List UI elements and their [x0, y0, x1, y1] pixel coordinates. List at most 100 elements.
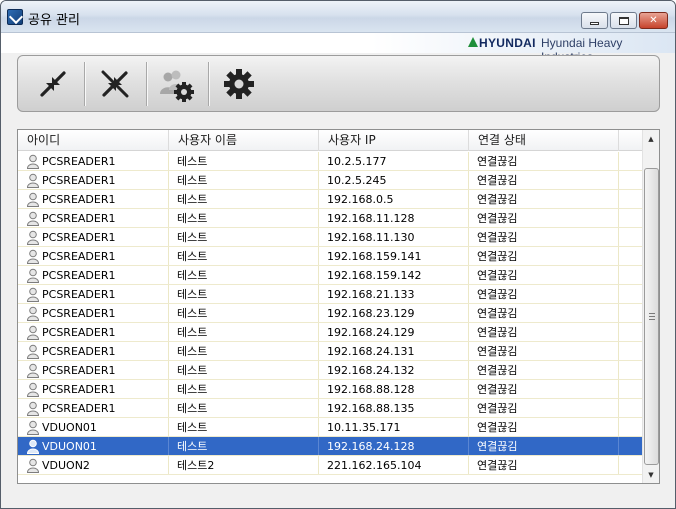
toolbar-separator — [146, 62, 147, 106]
table-row[interactable]: VDUON01 테스트 192.168.24.128 연결끊김 — [18, 437, 642, 456]
cell-user-id: PCSREADER1 — [18, 266, 169, 285]
maximize-button[interactable] — [610, 12, 637, 29]
table-row[interactable]: PCSREADER1 테스트 192.168.88.128 연결끊김 — [18, 380, 642, 399]
grip-line — [649, 316, 655, 317]
title-bar[interactable]: 공유 관리 ✕ — [1, 1, 675, 33]
disconnect-button[interactable] — [86, 60, 144, 108]
cell-user-name: 테스트 — [169, 285, 319, 304]
cell-user-ip: 192.168.21.133 — [319, 285, 469, 304]
cell-user-id: PCSREADER1 — [18, 209, 169, 228]
cell-connection-status: 연결끊김 — [469, 380, 619, 399]
cell-user-name: 테스트2 — [169, 456, 319, 475]
table-row[interactable]: PCSREADER1 테스트 192.168.24.129 연결끊김 — [18, 323, 642, 342]
table-row[interactable]: PCSREADER1 테스트 192.168.159.141 연결끊김 — [18, 247, 642, 266]
column-header-user-ip[interactable]: 사용자 IP — [319, 130, 469, 151]
settings-button[interactable] — [210, 60, 268, 108]
table-row[interactable]: PCSREADER1 테스트 10.2.5.177 연결끊김 — [18, 152, 642, 171]
collapse-button[interactable] — [24, 60, 82, 108]
cell-user-name: 테스트 — [169, 380, 319, 399]
cell-user-name: 테스트 — [169, 266, 319, 285]
table-row[interactable]: PCSREADER1 테스트 192.168.0.5 연결끊김 — [18, 190, 642, 209]
scroll-down-icon: ▼ — [648, 470, 654, 479]
user-settings-button[interactable] — [148, 60, 206, 108]
cell-user-name: 테스트 — [169, 190, 319, 209]
window-title: 공유 관리 — [28, 13, 80, 28]
cell-user-id: PCSREADER1 — [18, 380, 169, 399]
cell-connection-status: 연결끊김 — [469, 361, 619, 380]
cell-connection-status: 연결끊김 — [469, 285, 619, 304]
grip-line — [649, 313, 655, 314]
cell-connection-status: 연결끊김 — [469, 190, 619, 209]
table-row[interactable]: PCSREADER1 테스트 192.168.159.142 연결끊김 — [18, 266, 642, 285]
column-header-connection-status[interactable]: 연결 상태 — [469, 130, 619, 151]
app-icon — [7, 9, 23, 25]
table-row[interactable]: PCSREADER1 테스트 192.168.23.129 연결끊김 — [18, 304, 642, 323]
cell-user-id: VDUON2 — [18, 456, 169, 475]
table-row[interactable]: PCSREADER1 테스트 192.168.11.130 연결끊김 — [18, 228, 642, 247]
table-row[interactable]: VDUON2 테스트2 221.162.165.104 연결끊김 — [18, 456, 642, 475]
cell-user-ip: 221.162.165.104 — [319, 456, 469, 475]
cell-user-id: PCSREADER1 — [18, 361, 169, 380]
scroll-up-button[interactable]: ▲ — [643, 130, 659, 147]
cell-user-id: PCSREADER1 — [18, 285, 169, 304]
brand-bar: HYUNDAI Hyundai Heavy Industries — [1, 33, 675, 64]
cell-user-ip: 192.168.11.128 — [319, 209, 469, 228]
cell-user-id: PCSREADER1 — [18, 342, 169, 361]
minimize-button[interactable] — [581, 12, 608, 29]
user-table[interactable]: 아이디 사용자 이름 사용자 IP 연결 상태 PCSREADER1 테스트 10.… — [17, 129, 660, 484]
table-row[interactable]: PCSREADER1 테스트 192.168.21.133 연결끊김 — [18, 285, 642, 304]
cell-user-ip: 192.168.23.129 — [319, 304, 469, 323]
cell-user-ip: 192.168.24.129 — [319, 323, 469, 342]
cell-user-ip: 10.11.35.171 — [319, 418, 469, 437]
scroll-thumb[interactable] — [644, 168, 659, 465]
cell-user-name: 테스트 — [169, 152, 319, 171]
cell-user-id: PCSREADER1 — [18, 247, 169, 266]
cell-user-id: PCSREADER1 — [18, 152, 169, 171]
disconnect-icon — [101, 70, 129, 98]
cell-user-id: PCSREADER1 — [18, 171, 169, 190]
close-button[interactable]: ✕ — [639, 12, 668, 29]
users-settings-icon — [160, 70, 194, 102]
scroll-down-button[interactable]: ▼ — [643, 466, 659, 483]
cell-connection-status: 연결끊김 — [469, 456, 619, 475]
vertical-scrollbar[interactable]: ▲ ▼ — [642, 130, 659, 483]
cell-user-ip: 192.168.88.128 — [319, 380, 469, 399]
hyundai-logo-icon — [468, 37, 478, 47]
cell-connection-status: 연결끊김 — [469, 437, 619, 456]
cell-connection-status: 연결끊김 — [469, 247, 619, 266]
cell-user-id: VDUON01 — [18, 437, 169, 456]
table-header: 아이디 사용자 이름 사용자 IP 연결 상태 — [18, 130, 642, 151]
cell-user-ip: 192.168.24.132 — [319, 361, 469, 380]
toolbar-separator — [84, 62, 85, 106]
cell-connection-status: 연결끊김 — [469, 418, 619, 437]
table-grid: 아이디 사용자 이름 사용자 IP 연결 상태 PCSREADER1 테스트 10.… — [18, 130, 642, 483]
table-row[interactable]: PCSREADER1 테스트 10.2.5.245 연결끊김 — [18, 171, 642, 190]
cell-connection-status: 연결끊김 — [469, 323, 619, 342]
cell-connection-status: 연결끊김 — [469, 152, 619, 171]
table-row[interactable]: PCSREADER1 테스트 192.168.11.128 연결끊김 — [18, 209, 642, 228]
table-row[interactable]: PCSREADER1 테스트 192.168.24.131 연결끊김 — [18, 342, 642, 361]
table-row[interactable]: PCSREADER1 테스트 192.168.24.132 연결끊김 — [18, 361, 642, 380]
cell-connection-status: 연결끊김 — [469, 209, 619, 228]
cell-user-ip: 192.168.0.5 — [319, 190, 469, 209]
cell-user-name: 테스트 — [169, 361, 319, 380]
cell-connection-status: 연결끊김 — [469, 399, 619, 418]
cell-user-id: VDUON01 — [18, 418, 169, 437]
cell-connection-status: 연결끊김 — [469, 304, 619, 323]
column-header-id[interactable]: 아이디 — [18, 130, 169, 151]
maximize-icon — [618, 16, 629, 25]
cell-user-ip: 192.168.24.131 — [319, 342, 469, 361]
cell-user-name: 테스트 — [169, 418, 319, 437]
cell-user-name: 테스트 — [169, 247, 319, 266]
cell-user-id: PCSREADER1 — [18, 190, 169, 209]
cell-user-id: PCSREADER1 — [18, 323, 169, 342]
table-row[interactable]: VDUON01 테스트 10.11.35.171 연결끊김 — [18, 418, 642, 437]
column-header-user-name[interactable]: 사용자 이름 — [169, 130, 319, 151]
close-icon: ✕ — [649, 15, 658, 26]
brand-name: HYUNDAI — [479, 36, 536, 50]
toolbar — [17, 55, 660, 112]
cell-user-name: 테스트 — [169, 209, 319, 228]
table-row[interactable]: PCSREADER1 테스트 192.168.88.135 연결끊김 — [18, 399, 642, 418]
cell-user-id: PCSREADER1 — [18, 304, 169, 323]
cell-connection-status: 연결끊김 — [469, 266, 619, 285]
